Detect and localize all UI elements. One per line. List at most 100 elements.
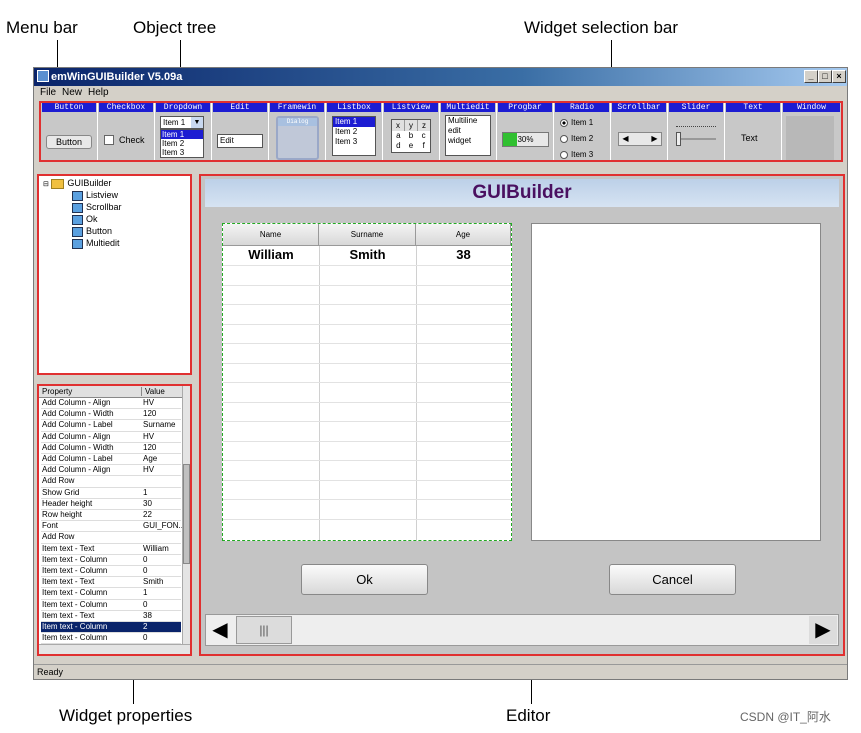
property-row[interactable]: Add Column - Label Age xyxy=(41,454,181,466)
arrow-left-icon: ◀ xyxy=(622,134,629,143)
tool-window[interactable]: Window xyxy=(782,103,841,160)
progress-bar: 30% xyxy=(502,132,549,147)
property-row[interactable]: Add Row xyxy=(41,476,181,488)
arrow-left-icon[interactable]: ◀ xyxy=(208,618,232,642)
property-value: 0 xyxy=(143,554,148,564)
editor: GUIBuilder Name Surname Age William Smit… xyxy=(199,174,845,656)
property-row[interactable]: Add Column - Label Surname xyxy=(41,420,181,432)
value-column-header: Value xyxy=(141,387,165,396)
tool-scrollbar[interactable]: Scrollbar ◀ ▶ xyxy=(611,103,668,160)
editor-scrollbar[interactable]: ◀ ||| ▶ xyxy=(205,614,839,646)
property-value: Age xyxy=(143,454,158,463)
menu-new[interactable]: New xyxy=(62,87,82,98)
property-name: Row height xyxy=(42,510,83,519)
tool-header: Checkbox xyxy=(99,103,153,112)
property-row[interactable]: Add Column - Align HV xyxy=(41,398,181,410)
property-row[interactable]: Item text - Text William xyxy=(41,544,181,555)
property-name: Item text - Column xyxy=(42,588,108,598)
grid-line xyxy=(416,246,417,540)
ok-button[interactable]: Ok xyxy=(301,564,428,595)
tool-framewin[interactable]: Framewin Dialog xyxy=(269,103,326,160)
tool-dropdown[interactable]: Dropdown Item 1 ▼ Item 1 Item 2 Item 3 xyxy=(155,103,212,160)
property-row[interactable]: Add Row xyxy=(41,532,181,544)
property-name: Item text - Text xyxy=(42,543,95,553)
tree-item[interactable]: Multiedit xyxy=(72,238,120,249)
app-icon xyxy=(37,70,49,82)
tool-checkbox[interactable]: Checkbox Check xyxy=(98,103,155,160)
tool-listbox[interactable]: Listbox Item 1 Item 2 Item 3 xyxy=(326,103,383,160)
maximize-button[interactable]: □ xyxy=(818,70,832,83)
minimize-button[interactable]: _ xyxy=(804,70,818,83)
tool-text[interactable]: Text Text xyxy=(725,103,782,160)
text-sample: Text xyxy=(741,133,758,143)
close-button[interactable]: × xyxy=(832,70,846,83)
property-value: 1 xyxy=(143,588,148,598)
tool-header: Listbox xyxy=(327,103,381,112)
listview-widget[interactable]: Name Surname Age William Smith 38 xyxy=(222,223,512,541)
arrow-right-icon[interactable]: ▶ xyxy=(809,616,837,644)
tree-item[interactable]: Listview xyxy=(72,190,118,201)
grid-line xyxy=(223,440,511,442)
tool-button[interactable]: Button Button xyxy=(41,103,98,160)
property-row[interactable]: Font GUI_FON.. xyxy=(41,521,183,533)
menu-file[interactable]: File xyxy=(40,87,56,98)
radio-label: Item 2 xyxy=(571,134,594,143)
property-name: Item text - Column xyxy=(42,633,108,643)
property-row[interactable]: Item text - Column 2 xyxy=(41,622,181,634)
property-row[interactable]: Item text - Text 38 xyxy=(41,611,181,622)
listview-cell: e xyxy=(408,141,414,150)
tree-root[interactable]: ⊟ GUIBuilder xyxy=(43,178,111,189)
property-value: HV xyxy=(143,465,155,475)
watermark: CSDN @IT_阿水 xyxy=(740,710,831,724)
property-row[interactable]: Item text - Column 0 xyxy=(41,566,181,578)
tool-progbar[interactable]: Progbar 30% xyxy=(497,103,554,160)
listview-cell[interactable]: 38 xyxy=(416,247,511,262)
listbox-sample: Item 1 Item 2 Item 3 xyxy=(332,116,376,156)
vscroll-thumb[interactable] xyxy=(183,464,190,564)
menu-help[interactable]: Help xyxy=(88,87,109,98)
property-row[interactable]: Add Column - Width 120 xyxy=(41,409,181,421)
property-row[interactable]: Show Grid 1 xyxy=(41,488,181,499)
property-value: 30 xyxy=(143,498,152,508)
property-row[interactable]: Add Column - Align HV xyxy=(41,465,181,477)
cancel-button[interactable]: Cancel xyxy=(609,564,736,595)
property-row[interactable]: Add Column - Align HV xyxy=(41,432,181,443)
property-value: 2 xyxy=(143,622,148,631)
properties-vscrollbar[interactable] xyxy=(182,386,190,644)
property-row[interactable]: Item text - Column 1 xyxy=(41,588,181,600)
property-name: Add Column - Align xyxy=(42,431,111,441)
properties-hscrollbar[interactable] xyxy=(39,644,190,654)
tool-multiedit[interactable]: Multiedit Multiline edit widget xyxy=(440,103,497,160)
callout-widget-properties: Widget properties xyxy=(59,706,193,725)
properties-header: Property Value xyxy=(39,386,190,398)
property-row[interactable]: Add Column - Width 120 xyxy=(41,443,181,454)
property-row[interactable]: Item text - Column 0 xyxy=(41,555,181,566)
tool-slider[interactable]: Slider xyxy=(668,103,725,160)
property-row[interactable]: Item text - Text Smith xyxy=(41,577,181,589)
property-row[interactable]: Item text - Column 0 xyxy=(41,600,181,611)
listview-cell[interactable]: Smith xyxy=(319,247,416,262)
tree-item[interactable]: Button xyxy=(72,226,112,237)
tool-radio[interactable]: Radio Item 1 Item 2 Item 3 xyxy=(554,103,611,160)
tool-listview[interactable]: Listview x y z a b c d e f xyxy=(383,103,440,160)
tree-item[interactable]: Ok xyxy=(72,214,98,225)
property-row[interactable]: Item text - Column 0 xyxy=(41,633,181,645)
widget-selection-bar: Button Button Checkbox Check Dropdown It… xyxy=(39,101,843,162)
tool-header: Dropdown xyxy=(156,103,210,112)
scroll-thumb[interactable]: ||| xyxy=(236,616,292,644)
property-row[interactable]: Header height 30 xyxy=(41,499,181,510)
column-header[interactable]: Age xyxy=(416,224,511,246)
column-header[interactable]: Surname xyxy=(319,224,416,246)
title-bar[interactable]: emWinGUIBuilder V5.09a _ □ × xyxy=(34,68,847,86)
editor-title: GUIBuilder xyxy=(205,179,839,207)
multiedit-widget[interactable] xyxy=(531,223,821,541)
property-value: 0 xyxy=(143,633,148,643)
column-header[interactable]: Name xyxy=(223,224,319,246)
tool-edit[interactable]: Edit Edit xyxy=(212,103,269,160)
callout-widget-selection-bar: Widget selection bar xyxy=(524,18,679,37)
tree-item[interactable]: Scrollbar xyxy=(72,202,122,213)
property-name: Item text - Text xyxy=(42,577,95,587)
property-row[interactable]: Row height 22 xyxy=(41,510,181,522)
property-name: Font xyxy=(42,521,59,531)
listview-cell[interactable]: William xyxy=(223,247,319,262)
